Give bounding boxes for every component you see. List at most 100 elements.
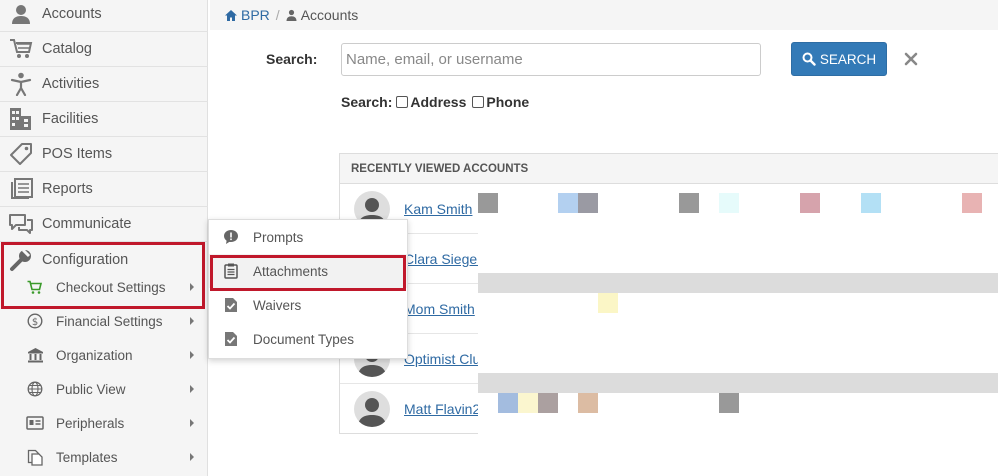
flyout-item-label: Document Types <box>253 331 355 347</box>
flyout-item-label: Attachments <box>253 263 329 279</box>
sidebar: Accounts Catalog Activities Facilities P… <box>0 0 208 476</box>
svg-text:$: $ <box>32 317 38 328</box>
sidebar-item-label: Configuration <box>42 251 129 268</box>
sidebar-item-label: Activities <box>42 76 100 92</box>
redacted-block <box>719 393 739 413</box>
address-label: Address <box>410 94 467 110</box>
tag-icon <box>0 142 42 166</box>
caret-right-icon <box>190 351 194 359</box>
search-options-label: Search: <box>341 94 393 110</box>
caret-right-icon <box>190 453 194 461</box>
sidebar-subitem-label: Financial Settings <box>56 313 163 329</box>
phone-checkbox[interactable] <box>472 96 485 108</box>
redacted-block <box>861 193 881 213</box>
sidebar-item-activities[interactable]: Activities <box>0 67 208 102</box>
globe-icon <box>0 381 56 397</box>
clear-search-button[interactable] <box>900 48 922 70</box>
reports-icon <box>0 178 42 200</box>
flyout-item-document-types[interactable]: Document Types <box>209 322 407 356</box>
caret-right-icon <box>190 283 194 291</box>
redacted-block <box>719 193 739 213</box>
account-link[interactable]: Matt Flavin2 <box>404 401 480 417</box>
search-label: Search: <box>266 51 318 67</box>
checkout-settings-flyout: Prompts Attachments Waivers Document Typ… <box>208 219 408 359</box>
user-icon <box>0 3 42 25</box>
redacted-block <box>578 193 598 213</box>
search-input[interactable] <box>341 43 761 76</box>
flyout-item-waivers[interactable]: Waivers <box>209 288 407 322</box>
person-icon <box>0 72 42 96</box>
cart-icon <box>0 38 42 60</box>
sidebar-subitem-peripherals[interactable]: Peripherals <box>0 406 208 440</box>
building-icon <box>0 107 42 131</box>
sidebar-item-pos-items[interactable]: POS Items <box>0 137 208 172</box>
sidebar-subitem-organization[interactable]: Organization <box>0 338 208 372</box>
search-button-label: SEARCH <box>819 51 877 67</box>
sidebar-item-facilities[interactable]: Facilities <box>0 102 208 137</box>
redacted-block <box>478 193 498 213</box>
redacted-block <box>498 393 518 413</box>
flyout-item-prompts[interactable]: Prompts <box>209 220 407 254</box>
redacted-block <box>962 193 982 213</box>
account-link[interactable]: Kam Smith <box>404 201 472 217</box>
flyout-item-label: Prompts <box>253 229 304 245</box>
caret-right-icon <box>190 419 194 427</box>
breadcrumb: BPR / Accounts <box>210 0 998 30</box>
sidebar-subitem-checkout-settings[interactable]: Checkout Settings <box>0 270 208 304</box>
sidebar-subitem-label: Templates <box>56 449 118 465</box>
sidebar-item-catalog[interactable]: Catalog <box>0 32 208 67</box>
flyout-item-attachments[interactable]: Attachments <box>209 254 407 288</box>
flyout-item-label: Waivers <box>253 297 302 313</box>
breadcrumb-separator: / <box>275 7 280 23</box>
sidebar-subitem-public-view[interactable]: Public View <box>0 372 208 406</box>
sidebar-item-label: POS Items <box>42 146 113 162</box>
redacted-block <box>800 193 820 213</box>
sidebar-item-label: Communicate <box>42 216 132 232</box>
close-icon <box>904 52 918 66</box>
clipboard-icon <box>209 263 253 279</box>
magnifier-icon <box>802 52 816 66</box>
sidebar-subitem-templates[interactable]: Templates <box>0 440 208 474</box>
cart-green-icon <box>0 280 56 295</box>
redacted-block <box>558 193 578 213</box>
breadcrumb-home-link[interactable]: BPR <box>241 7 270 23</box>
sidebar-item-label: Reports <box>42 181 93 197</box>
redacted-block <box>538 393 558 413</box>
sidebar-item-communicate[interactable]: Communicate <box>0 207 208 242</box>
search-options: Search: Address Phone <box>341 94 529 110</box>
exclamation-bubble-icon <box>209 229 253 245</box>
address-checkbox[interactable] <box>396 96 409 108</box>
phone-label: Phone <box>486 94 530 110</box>
documents-icon <box>0 449 56 466</box>
sidebar-item-label: Accounts <box>42 6 102 22</box>
user-small-icon <box>286 9 297 21</box>
sidebar-subitem-label: Public View <box>56 381 126 397</box>
redacted-block <box>518 393 538 413</box>
redacted-bar <box>478 273 998 293</box>
dollar-icon: $ <box>0 313 56 329</box>
check-doc-icon <box>209 331 253 347</box>
redacted-bar <box>478 373 998 393</box>
wrench-icon <box>0 248 42 272</box>
sidebar-subitem-label: Peripherals <box>56 415 125 431</box>
account-link[interactable]: Clara Siegele <box>404 251 488 267</box>
id-card-icon <box>0 416 56 430</box>
check-doc-icon <box>209 297 253 313</box>
account-link[interactable]: Optimist Clu <box>404 351 480 367</box>
sidebar-item-reports[interactable]: Reports <box>0 172 208 207</box>
search-button[interactable]: SEARCH <box>791 42 887 76</box>
breadcrumb-current: Accounts <box>300 7 359 23</box>
caret-right-icon <box>190 317 194 325</box>
redacted-block <box>578 393 598 413</box>
recent-accounts-header: RECENTLY VIEWED ACCOUNTS <box>340 154 998 184</box>
chat-icon <box>0 213 42 235</box>
sidebar-subitem-label: Organization <box>56 347 133 363</box>
redacted-block <box>679 193 699 213</box>
avatar <box>354 391 390 427</box>
sidebar-item-accounts[interactable]: Accounts <box>0 0 208 32</box>
home-icon <box>224 9 238 22</box>
sidebar-subitem-financial-settings[interactable]: $ Financial Settings <box>0 304 208 338</box>
account-link[interactable]: Mom Smith <box>404 301 475 317</box>
caret-right-icon <box>190 385 194 393</box>
sidebar-item-label: Catalog <box>42 41 92 57</box>
